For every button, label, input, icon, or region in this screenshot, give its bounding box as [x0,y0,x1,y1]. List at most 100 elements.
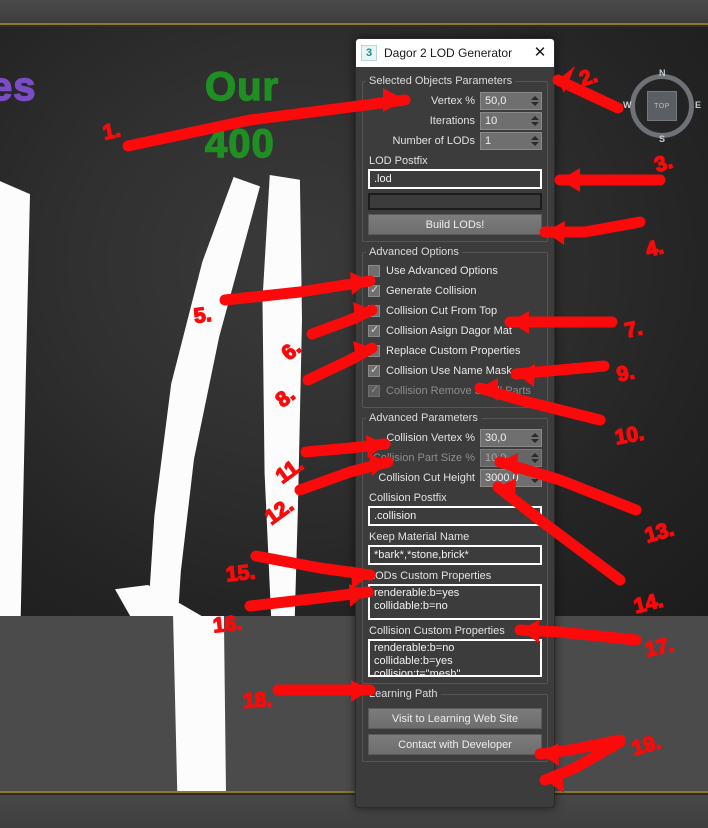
annotation-number-16: 16. [211,611,244,638]
visit-learning-web-site-button[interactable]: Visit to Learning Web Site [368,708,542,729]
checkbox-label: Collision Asign Dagor Mat [386,325,512,337]
checkbox-collision-cut-from-top[interactable]: Collision Cut From Top [368,301,542,321]
checkbox-label: Generate Collision [386,285,477,297]
keep-material-name-input[interactable]: *bark*,*stone,brick* [368,545,542,565]
collision-postfix-input[interactable]: .collision [368,506,542,526]
close-icon[interactable]: ✕ [530,42,550,64]
mesh-branch-base [172,616,226,791]
selected-objects-group: Selected Objects Parameters Vertex % 50,… [362,75,548,242]
checkbox-generate-collision[interactable]: Generate Collision [368,281,542,301]
collision-cut-height-spinner[interactable]: 3000,0 [480,469,542,487]
checkbox-collision-use-name-mask[interactable]: Collision Use Name Mask [368,361,542,381]
checkbox-box-icon[interactable] [368,305,380,317]
app-status-bar [0,795,708,828]
field-collision-vertex-percent: Collision Vertex % 30,0 [368,429,542,447]
vertex-percent-value: 50,0 [485,95,507,107]
field-collision-part-size-percent: Collision Part Size % 10,0 [368,449,542,467]
checkbox-box-icon[interactable] [368,363,380,377]
spinner-arrows-icon[interactable] [528,93,541,109]
mesh-branch-left [0,180,30,616]
collision-vertex-percent-spinner[interactable]: 30,0 [480,429,542,447]
spinner-arrows-icon[interactable] [528,133,541,149]
checkbox-collision-remove-small-parts: Collision Remove Small Parts [368,381,542,401]
annotation-number-18: 18. [241,687,273,713]
spinner-arrows-icon[interactable] [528,470,541,486]
compass-south-label[interactable]: S [659,134,665,144]
lod-generator-dialog: 3 Dagor 2 LOD Generator ✕ Selected Objec… [355,38,555,808]
view-cube-face-top[interactable]: TOP [647,91,677,121]
compass-north-label[interactable]: N [659,68,666,78]
dialog-title: Dagor 2 LOD Generator [384,46,513,60]
view-cube[interactable]: TOP N S W E [623,68,701,144]
viewport-lower-region[interactable] [0,616,708,793]
viewport-text-green-2: 400 [204,121,275,166]
collision-custom-properties-label: Collision Custom Properties [369,625,505,637]
advanced-options-group: Advanced Options Use Advanced Options Ge… [362,246,548,408]
collision-cut-height-label: Collision Cut Height [378,472,475,484]
lods-custom-properties-textarea[interactable]: renderable:b=yes collidable:b=no [368,584,542,620]
spinner-arrows-icon[interactable] [528,113,541,129]
lod-postfix-input[interactable]: .lod [368,169,542,189]
mesh-branch-fork [115,585,265,616]
contact-with-developer-button[interactable]: Contact with Developer [368,734,542,755]
build-progress-bar [368,193,542,210]
checkbox-label: Replace Custom Properties [386,345,521,357]
checkbox-collision-asign-dagor-mat[interactable]: Collision Asign Dagor Mat [368,321,542,341]
viewport-text-green-1: Our [204,64,280,109]
annotation-number-10: 10. [612,421,646,450]
field-iterations: Iterations 10 [368,112,542,130]
field-number-of-lods: Number of LODs 1 [368,132,542,150]
viewport-3d[interactable]: es Our 400 TOP N S W E [0,27,708,616]
advanced-options-legend: Advanced Options [369,246,459,258]
collision-vertex-percent-label: Collision Vertex % [386,432,475,444]
checkbox-box-icon[interactable] [368,283,380,297]
collision-vertex-percent-value: 30,0 [485,432,507,444]
lod-postfix-label: LOD Postfix [369,155,428,167]
collision-part-size-spinner: 10,0 [480,449,542,467]
collision-cut-height-value: 3000,0 [485,472,519,484]
app-toolbar-surface [0,0,708,23]
iterations-spinner[interactable]: 10 [480,112,542,130]
lods-custom-properties-label: LODs Custom Properties [369,570,492,582]
viewport-text-purple: es [0,64,37,109]
checkbox-replace-custom-properties[interactable]: Replace Custom Properties [368,341,542,361]
collision-part-size-label: Collision Part Size % [372,452,475,464]
checkbox-use-advanced-options[interactable]: Use Advanced Options [368,261,542,281]
advanced-parameters-group: Advanced Parameters Collision Vertex % 3… [362,412,548,684]
checkbox-box-icon [368,383,380,397]
app-toolbar [0,0,708,25]
mesh-branch-center [146,177,260,616]
keep-material-name-label: Keep Material Name [369,531,470,543]
advanced-parameters-legend: Advanced Parameters [369,412,478,424]
checkbox-label: Collision Cut From Top [386,305,498,317]
iterations-label: Iterations [429,115,475,127]
compass-east-label[interactable]: E [695,100,701,110]
compass-west-label[interactable]: W [623,100,632,110]
dialog-title-bar[interactable]: 3 Dagor 2 LOD Generator ✕ [356,39,554,67]
vertex-percent-spinner[interactable]: 50,0 [480,92,542,110]
checkbox-label: Collision Remove Small Parts [386,385,531,397]
number-of-lods-spinner[interactable]: 1 [480,132,542,150]
field-vertex-percent: Vertex % 50,0 [368,92,542,110]
checkbox-label: Use Advanced Options [386,265,498,277]
checkbox-box-icon[interactable] [368,343,380,357]
spinner-arrows-icon[interactable] [528,430,541,446]
annotation-number-15: 15. [224,560,257,587]
checkbox-box-icon[interactable] [368,265,380,277]
number-of-lods-label: Number of LODs [392,135,475,147]
selected-objects-legend: Selected Objects Parameters [369,75,513,87]
checkbox-label: Collision Use Name Mask [386,365,512,377]
annotation-number-5: 5. [192,302,214,329]
field-collision-cut-height: Collision Cut Height 3000,0 [368,469,542,487]
iterations-value: 10 [485,115,498,127]
collision-part-size-value: 10,0 [485,452,507,464]
dialog-body: Selected Objects Parameters Vertex % 50,… [356,67,554,768]
learning-path-legend: Learning Path [369,688,438,700]
collision-custom-properties-textarea[interactable]: renderable:b=no collidable:b=yes collisi… [368,639,542,677]
checkbox-box-icon[interactable] [368,323,380,337]
spinner-arrows-icon [528,450,541,466]
build-lods-button[interactable]: Build LODs! [368,214,542,235]
vertex-percent-label: Vertex % [430,95,475,107]
screen: es Our 400 TOP N S W E 3 Dagor 2 LOD Gen… [0,0,708,828]
learning-path-group: Learning Path Visit to Learning Web Site… [362,688,548,762]
